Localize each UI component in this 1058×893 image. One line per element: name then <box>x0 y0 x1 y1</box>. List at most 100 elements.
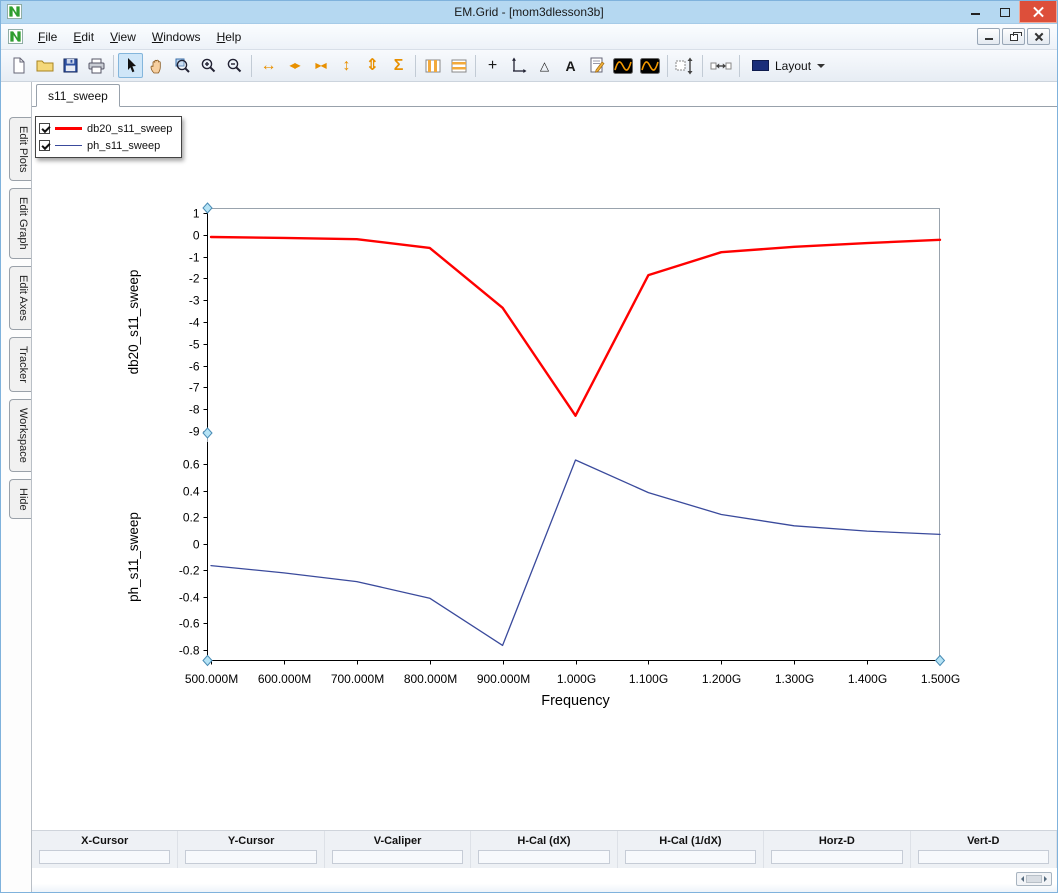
side-tab-strip: Edit Plots Edit Graph Edit Axes Tracker Work… <box>1 82 32 892</box>
expand-y-axis-button[interactable]: ↕ <box>334 53 359 78</box>
add-text-icon: A <box>565 57 576 74</box>
svg-text:1.200G: 1.200G <box>702 672 741 686</box>
layout-button[interactable]: Layout <box>744 53 833 78</box>
title-bar[interactable]: EM.Grid - [mom3dlesson3b] <box>1 1 1057 24</box>
expand-x-axis-button[interactable]: ↔ <box>256 53 281 78</box>
cursor-header-y-cursor: Y-Cursor <box>227 835 275 847</box>
menu-edit[interactable]: Edit <box>65 26 102 48</box>
svg-text:-0.6: -0.6 <box>179 617 200 631</box>
waveform-options-2-button[interactable] <box>637 53 663 78</box>
add-cursor-icon: + <box>487 56 498 74</box>
legend-checkbox-ph-s11-sweep[interactable] <box>39 140 50 151</box>
expand-y-axis-icon: ↕ <box>342 56 351 74</box>
fit-x-axis-button[interactable]: ▶◀ <box>308 53 333 78</box>
plot-canvas: s11_sweep db20_s11_sweep ph_s11_sweep 1 0 -… <box>32 82 1057 830</box>
vertical-limits-icon <box>675 57 695 75</box>
side-tab-edit-plots[interactable]: Edit Plots <box>9 117 31 182</box>
side-tab-edit-graph[interactable]: Edit Graph <box>9 188 31 260</box>
menu-file[interactable]: File <box>30 26 65 48</box>
cursor-field-v-caliper[interactable] <box>331 850 464 864</box>
select-pointer-button[interactable] <box>118 53 143 78</box>
stacked-plot-columns-button[interactable] <box>420 53 445 78</box>
open-icon <box>36 58 54 73</box>
axes-options-button[interactable] <box>506 53 531 78</box>
add-text-button[interactable]: A <box>558 53 583 78</box>
svg-text:-6: -6 <box>189 360 200 374</box>
child-window-close-button[interactable] <box>1027 28 1050 45</box>
side-tab-edit-axes[interactable]: Edit Axes <box>9 266 31 330</box>
svg-text:800.000M: 800.000M <box>404 672 457 686</box>
side-tab-hide[interactable]: Hide <box>9 478 31 520</box>
scrollbar-thumb[interactable] <box>1026 875 1042 883</box>
layout-label: Layout <box>775 58 812 73</box>
horizontal-scrollbar[interactable] <box>1016 872 1052 886</box>
zoom-window-button[interactable] <box>170 53 195 78</box>
save-button[interactable] <box>58 53 83 78</box>
svg-text:1: 1 <box>193 207 200 221</box>
print-button[interactable] <box>84 53 109 78</box>
autoscale-sum-button[interactable]: Σ <box>386 53 411 78</box>
menu-help[interactable]: Help <box>209 26 250 48</box>
save-icon <box>63 58 78 73</box>
cursor-field-h-cal-1-dx[interactable] <box>624 850 757 864</box>
child-window-restore-button[interactable] <box>1002 28 1025 45</box>
svg-text:-0.2: -0.2 <box>179 564 200 578</box>
cursor-cell-vert-d: Vert-D <box>911 831 1057 868</box>
cursor-field-h-cal-dx[interactable] <box>478 850 610 864</box>
new-button[interactable] <box>6 53 31 78</box>
delta-readout-button[interactable]: △ <box>532 53 557 78</box>
axis-cursor-handle[interactable] <box>202 654 213 667</box>
svg-text:-7: -7 <box>189 381 200 395</box>
toolbar-separator <box>739 54 740 77</box>
notes-editor-button[interactable] <box>584 53 609 78</box>
menu-windows[interactable]: Windows <box>144 26 209 48</box>
cursor-field-y-cursor[interactable] <box>185 850 317 864</box>
side-tab-workspace[interactable]: Workspace <box>9 398 31 472</box>
open-button[interactable] <box>32 53 57 78</box>
zoom-out-icon <box>226 57 243 74</box>
cursor-field-vert-d[interactable] <box>917 850 1049 864</box>
window-maximize-button[interactable] <box>990 1 1019 23</box>
cursor-field-horz-d[interactable] <box>771 850 903 864</box>
vertical-limits-button[interactable] <box>672 53 698 78</box>
document-tab[interactable]: s11_sweep <box>36 84 120 107</box>
series-db20-s11-sweep <box>209 235 942 417</box>
window-minimize-button[interactable] <box>961 1 990 23</box>
toolbar-separator <box>415 54 416 77</box>
stacked-plot-rows-button[interactable] <box>446 53 471 78</box>
cursor-cell-horz-d: Horz-D <box>764 831 911 868</box>
svg-text:700.000M: 700.000M <box>331 672 384 686</box>
legend-checkbox-db20-s11-sweep[interactable] <box>39 123 50 134</box>
zoom-out-button[interactable] <box>222 53 247 78</box>
series-ph-s11-sweep <box>210 459 941 647</box>
scroll-y-axis-button[interactable]: ⇕ <box>360 53 385 78</box>
axes-options-icon <box>510 57 527 74</box>
minimize-icon <box>984 38 993 40</box>
cursor-field-x-cursor[interactable] <box>39 850 171 864</box>
zoom-window-icon <box>174 57 191 74</box>
svg-text:-0.8: -0.8 <box>179 644 200 658</box>
horizontal-limits-button[interactable] <box>707 53 735 78</box>
child-window-minimize-button[interactable] <box>977 28 1000 45</box>
side-tab-tracker[interactable]: Tracker <box>9 336 31 392</box>
cursor-cell-v-caliper: V-Caliper <box>325 831 472 868</box>
toolbar: ↔ ◀▶ ▶◀ ↕ ⇕ Σ + △ A Layout <box>1 50 1057 82</box>
axis-cursor-handle[interactable] <box>934 654 946 667</box>
window-title: EM.Grid - [mom3dlesson3b] <box>454 5 604 19</box>
menu-view[interactable]: View <box>102 26 144 48</box>
expand-x-axis-icon: ↔ <box>260 56 277 74</box>
x-axis-label: Frequency <box>541 693 610 709</box>
waveform-options-1-button[interactable] <box>610 53 636 78</box>
scroll-x-axis-button[interactable]: ◀▶ <box>282 53 307 78</box>
scroll-left-icon[interactable] <box>1018 876 1024 882</box>
window-close-button[interactable] <box>1019 1 1057 23</box>
cursor-cell-x-cursor: X-Cursor <box>32 831 179 868</box>
axis-cursor-handle[interactable] <box>202 202 213 214</box>
zoom-in-button[interactable] <box>196 53 221 78</box>
chart-area[interactable]: 1 0 -1 -2 -3 -4 -5 -6 -7 -8 -9 db20_s11_sweep 0.6 0.4… <box>32 82 1057 830</box>
menu-items: File Edit View Windows Help <box>30 26 249 48</box>
axis-cursor-handle[interactable] <box>202 427 213 439</box>
add-cursor-button[interactable]: + <box>480 53 505 78</box>
pan-button[interactable] <box>144 53 169 78</box>
scroll-right-icon[interactable] <box>1044 876 1050 882</box>
